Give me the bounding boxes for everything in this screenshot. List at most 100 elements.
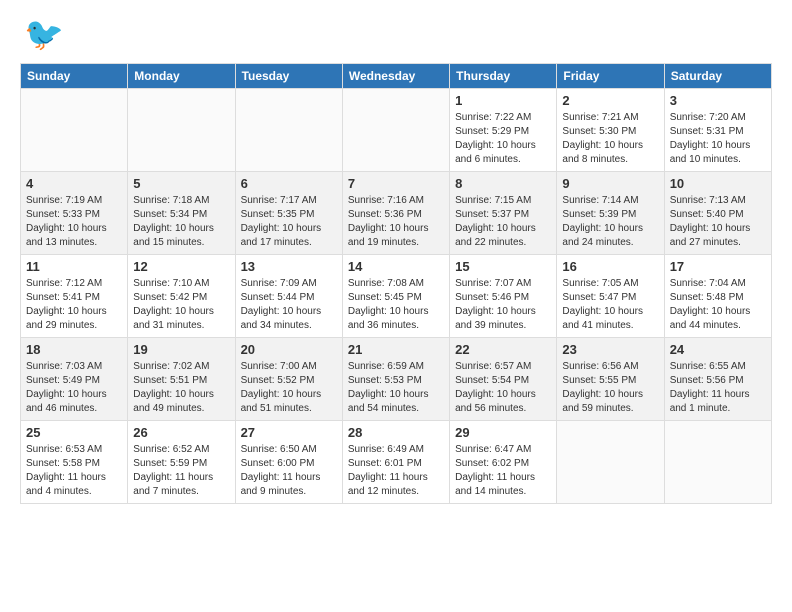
day-number: 27: [241, 425, 337, 440]
logo-bird-icon: 🐦: [24, 15, 64, 53]
day-number: 17: [670, 259, 766, 274]
calendar-cell: 17 Sunrise: 7:04 AM Sunset: 5:48 PM Dayli…: [664, 255, 771, 338]
day-number: 24: [670, 342, 766, 357]
day-info: Sunrise: 7:22 AM Sunset: 5:29 PM Dayligh…: [455, 111, 551, 167]
day-info: Sunrise: 6:50 AM Sunset: 6:00 PM Dayligh…: [241, 443, 337, 499]
calendar-cell: 19 Sunrise: 7:02 AM Sunset: 5:51 PM Dayli…: [128, 338, 235, 421]
calendar-cell: 15 Sunrise: 7:07 AM Sunset: 5:46 PM Dayli…: [450, 255, 557, 338]
calendar-cell: 14 Sunrise: 7:08 AM Sunset: 5:45 PM Dayli…: [342, 255, 449, 338]
day-number: 22: [455, 342, 551, 357]
day-number: 28: [348, 425, 444, 440]
day-info: Sunrise: 6:55 AM Sunset: 5:56 PM Dayligh…: [670, 360, 766, 416]
header-friday: Friday: [557, 64, 664, 89]
day-number: 26: [133, 425, 229, 440]
day-info: Sunrise: 7:00 AM Sunset: 5:52 PM Dayligh…: [241, 360, 337, 416]
day-info: Sunrise: 7:08 AM Sunset: 5:45 PM Dayligh…: [348, 277, 444, 333]
day-number: 13: [241, 259, 337, 274]
calendar-cell: 28 Sunrise: 6:49 AM Sunset: 6:01 PM Dayli…: [342, 421, 449, 504]
day-info: Sunrise: 7:09 AM Sunset: 5:44 PM Dayligh…: [241, 277, 337, 333]
calendar-cell: [235, 89, 342, 172]
calendar-cell: 25 Sunrise: 6:53 AM Sunset: 5:58 PM Dayli…: [21, 421, 128, 504]
day-number: 8: [455, 176, 551, 191]
calendar-cell: 29 Sunrise: 6:47 AM Sunset: 6:02 PM Dayli…: [450, 421, 557, 504]
calendar-cell: 13 Sunrise: 7:09 AM Sunset: 5:44 PM Dayli…: [235, 255, 342, 338]
day-number: 3: [670, 93, 766, 108]
calendar-week-row: 18 Sunrise: 7:03 AM Sunset: 5:49 PM Dayli…: [21, 338, 772, 421]
day-info: Sunrise: 7:17 AM Sunset: 5:35 PM Dayligh…: [241, 194, 337, 250]
day-number: 2: [562, 93, 658, 108]
day-info: Sunrise: 7:05 AM Sunset: 5:47 PM Dayligh…: [562, 277, 658, 333]
calendar-cell: 21 Sunrise: 6:59 AM Sunset: 5:53 PM Dayli…: [342, 338, 449, 421]
calendar-cell: 3 Sunrise: 7:20 AM Sunset: 5:31 PM Daylig…: [664, 89, 771, 172]
day-number: 23: [562, 342, 658, 357]
calendar-cell: 10Sunrise: 7:13 AM Sunset: 5:40 PM Dayli…: [664, 172, 771, 255]
day-info: Sunrise: 7:18 AM Sunset: 5:34 PM Dayligh…: [133, 194, 229, 250]
day-number: 19: [133, 342, 229, 357]
calendar-cell: 24 Sunrise: 6:55 AM Sunset: 5:56 PM Dayli…: [664, 338, 771, 421]
day-info: Sunrise: 6:47 AM Sunset: 6:02 PM Dayligh…: [455, 443, 551, 499]
page-header: 🐦: [20, 20, 772, 53]
day-info: Sunrise: 7:14 AM Sunset: 5:39 PM Dayligh…: [562, 194, 658, 250]
day-info: Sunrise: 7:04 AM Sunset: 5:48 PM Dayligh…: [670, 277, 766, 333]
day-number: 29: [455, 425, 551, 440]
day-info: Sunrise: 7:21 AM Sunset: 5:30 PM Dayligh…: [562, 111, 658, 167]
day-number: 21: [348, 342, 444, 357]
day-number: 25: [26, 425, 122, 440]
calendar-cell: 5 Sunrise: 7:18 AM Sunset: 5:34 PM Daylig…: [128, 172, 235, 255]
day-info: Sunrise: 7:15 AM Sunset: 5:37 PM Dayligh…: [455, 194, 551, 250]
header-saturday: Saturday: [664, 64, 771, 89]
calendar-cell: 20 Sunrise: 7:00 AM Sunset: 5:52 PM Dayli…: [235, 338, 342, 421]
calendar-cell: 23 Sunrise: 6:56 AM Sunset: 5:55 PM Dayli…: [557, 338, 664, 421]
calendar-cell: 7Sunrise: 7:16 AM Sunset: 5:36 PM Daylig…: [342, 172, 449, 255]
day-info: Sunrise: 7:10 AM Sunset: 5:42 PM Dayligh…: [133, 277, 229, 333]
calendar-week-row: 25 Sunrise: 6:53 AM Sunset: 5:58 PM Dayli…: [21, 421, 772, 504]
calendar-cell: 9 Sunrise: 7:14 AM Sunset: 5:39 PM Daylig…: [557, 172, 664, 255]
calendar-week-row: 1 Sunrise: 7:22 AM Sunset: 5:29 PM Daylig…: [21, 89, 772, 172]
day-number: 1: [455, 93, 551, 108]
calendar-cell: [664, 421, 771, 504]
day-info: Sunrise: 7:02 AM Sunset: 5:51 PM Dayligh…: [133, 360, 229, 416]
calendar-cell: 4Sunrise: 7:19 AM Sunset: 5:33 PM Daylig…: [21, 172, 128, 255]
calendar-cell: 26 Sunrise: 6:52 AM Sunset: 5:59 PM Dayli…: [128, 421, 235, 504]
header-sunday: Sunday: [21, 64, 128, 89]
header-wednesday: Wednesday: [342, 64, 449, 89]
calendar-cell: 16 Sunrise: 7:05 AM Sunset: 5:47 PM Dayli…: [557, 255, 664, 338]
day-number: 9: [562, 176, 658, 191]
header-tuesday: Tuesday: [235, 64, 342, 89]
day-info: Sunrise: 6:52 AM Sunset: 5:59 PM Dayligh…: [133, 443, 229, 499]
logo: 🐦: [20, 20, 64, 53]
day-info: Sunrise: 7:19 AM Sunset: 5:33 PM Dayligh…: [26, 194, 122, 250]
day-info: Sunrise: 6:53 AM Sunset: 5:58 PM Dayligh…: [26, 443, 122, 499]
day-number: 12: [133, 259, 229, 274]
day-info: Sunrise: 6:56 AM Sunset: 5:55 PM Dayligh…: [562, 360, 658, 416]
day-info: Sunrise: 7:13 AM Sunset: 5:40 PM Dayligh…: [670, 194, 766, 250]
day-number: 15: [455, 259, 551, 274]
calendar-header-row: SundayMondayTuesdayWednesdayThursdayFrid…: [21, 64, 772, 89]
calendar-table: SundayMondayTuesdayWednesdayThursdayFrid…: [20, 63, 772, 504]
calendar-cell: [342, 89, 449, 172]
day-info: Sunrise: 7:12 AM Sunset: 5:41 PM Dayligh…: [26, 277, 122, 333]
calendar-cell: [128, 89, 235, 172]
day-number: 5: [133, 176, 229, 191]
calendar-cell: [21, 89, 128, 172]
day-number: 18: [26, 342, 122, 357]
day-number: 16: [562, 259, 658, 274]
calendar-week-row: 11Sunrise: 7:12 AM Sunset: 5:41 PM Dayli…: [21, 255, 772, 338]
calendar-week-row: 4Sunrise: 7:19 AM Sunset: 5:33 PM Daylig…: [21, 172, 772, 255]
day-info: Sunrise: 6:57 AM Sunset: 5:54 PM Dayligh…: [455, 360, 551, 416]
day-number: 6: [241, 176, 337, 191]
calendar-cell: 12 Sunrise: 7:10 AM Sunset: 5:42 PM Dayli…: [128, 255, 235, 338]
day-number: 14: [348, 259, 444, 274]
calendar-cell: 2 Sunrise: 7:21 AM Sunset: 5:30 PM Daylig…: [557, 89, 664, 172]
calendar-cell: 1 Sunrise: 7:22 AM Sunset: 5:29 PM Daylig…: [450, 89, 557, 172]
calendar-cell: 11Sunrise: 7:12 AM Sunset: 5:41 PM Dayli…: [21, 255, 128, 338]
day-info: Sunrise: 7:07 AM Sunset: 5:46 PM Dayligh…: [455, 277, 551, 333]
day-info: Sunrise: 7:20 AM Sunset: 5:31 PM Dayligh…: [670, 111, 766, 167]
day-info: Sunrise: 6:59 AM Sunset: 5:53 PM Dayligh…: [348, 360, 444, 416]
day-info: Sunrise: 7:03 AM Sunset: 5:49 PM Dayligh…: [26, 360, 122, 416]
day-info: Sunrise: 6:49 AM Sunset: 6:01 PM Dayligh…: [348, 443, 444, 499]
calendar-cell: 22 Sunrise: 6:57 AM Sunset: 5:54 PM Dayli…: [450, 338, 557, 421]
day-number: 20: [241, 342, 337, 357]
header-thursday: Thursday: [450, 64, 557, 89]
day-info: Sunrise: 7:16 AM Sunset: 5:36 PM Dayligh…: [348, 194, 444, 250]
